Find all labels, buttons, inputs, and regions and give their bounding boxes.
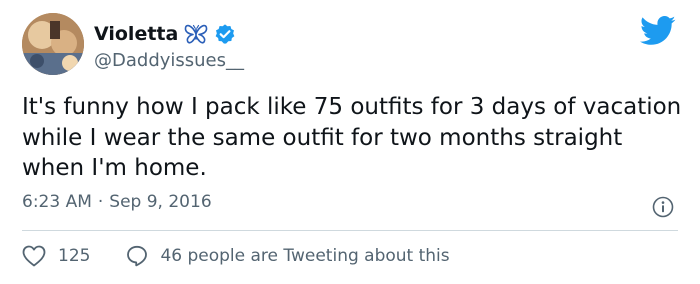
display-name[interactable]: Violetta — [94, 23, 178, 45]
tweet-card: Violetta @Daddyissues__ It's funny how I… — [0, 0, 700, 284]
like-count: 125 — [58, 246, 91, 266]
avatar-image — [22, 13, 84, 75]
tweet-time[interactable]: 6:23 AM — [22, 192, 92, 212]
twitter-bird-icon[interactable] — [640, 16, 676, 46]
avatar[interactable] — [22, 13, 84, 75]
like-button[interactable]: 125 — [22, 245, 90, 267]
user-handle[interactable]: @Daddyissues__ — [94, 50, 244, 71]
engagement-bar: 125 46 people are Tweeting about this — [22, 241, 450, 271]
heart-icon — [22, 245, 46, 267]
speech-bubble-icon — [126, 245, 148, 267]
tweet-text: It's funny how I pack like 75 outfits fo… — [22, 94, 682, 181]
info-icon[interactable] — [652, 196, 674, 218]
author-name-row: Violetta — [94, 20, 236, 48]
timestamp-separator: · — [97, 192, 104, 212]
verified-badge-icon — [214, 23, 236, 45]
tweet-timestamp[interactable]: 6:23 AM · Sep 9, 2016 — [22, 192, 212, 212]
butterfly-emoji-icon — [184, 23, 208, 45]
conversation-text: 46 people are Tweeting about this — [160, 246, 450, 266]
divider — [22, 230, 678, 231]
conversation-link[interactable]: 46 people are Tweeting about this — [126, 245, 450, 267]
tweet-date[interactable]: Sep 9, 2016 — [109, 192, 211, 212]
